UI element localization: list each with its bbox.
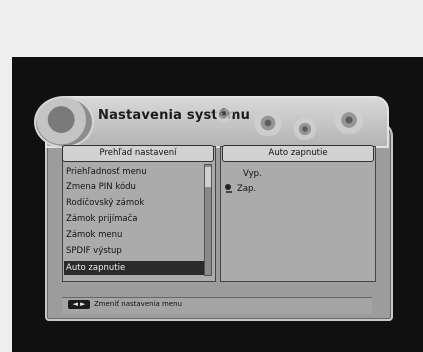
menu-item-auto-power-on[interactable]: Auto zapnutie: [64, 261, 204, 275]
menu-item-spdif-output[interactable]: SPDIF výstup: [64, 244, 204, 258]
left-right-keys-icon: ◄ ►: [68, 300, 90, 309]
status-hint: Zmeniť nastavenia menu: [94, 300, 183, 308]
logo-icon: [34, 96, 94, 148]
option-off[interactable]: Vyp.: [243, 168, 262, 180]
flower-decoration-icon: [250, 110, 286, 136]
flower-decoration-icon: [330, 106, 368, 134]
menu-item-menu-lock[interactable]: Zámok menu: [64, 228, 204, 242]
menu-item-receiver-lock[interactable]: Zámok prijímača: [64, 212, 204, 226]
option-on[interactable]: Zap.: [237, 183, 256, 195]
auto-power-on-panel: [220, 146, 376, 282]
auto-power-on-header: Auto zapnutie: [222, 145, 374, 162]
scrollbar-thumb[interactable]: [205, 167, 211, 187]
menu-scrollbar[interactable]: [204, 164, 212, 276]
menu-item-change-pin[interactable]: Zmena PIN kódu: [64, 180, 204, 194]
menu-item-parental-lock[interactable]: Rodičovský zámok: [64, 196, 204, 210]
menu-item-transparency[interactable]: Priehľadnosť menu: [64, 165, 204, 179]
settings-overview-header: Prehľad nastavení: [62, 145, 214, 162]
flower-decoration-icon: [212, 104, 236, 122]
selected-option-icon: [225, 184, 232, 193]
flower-decoration-icon: [290, 118, 320, 140]
